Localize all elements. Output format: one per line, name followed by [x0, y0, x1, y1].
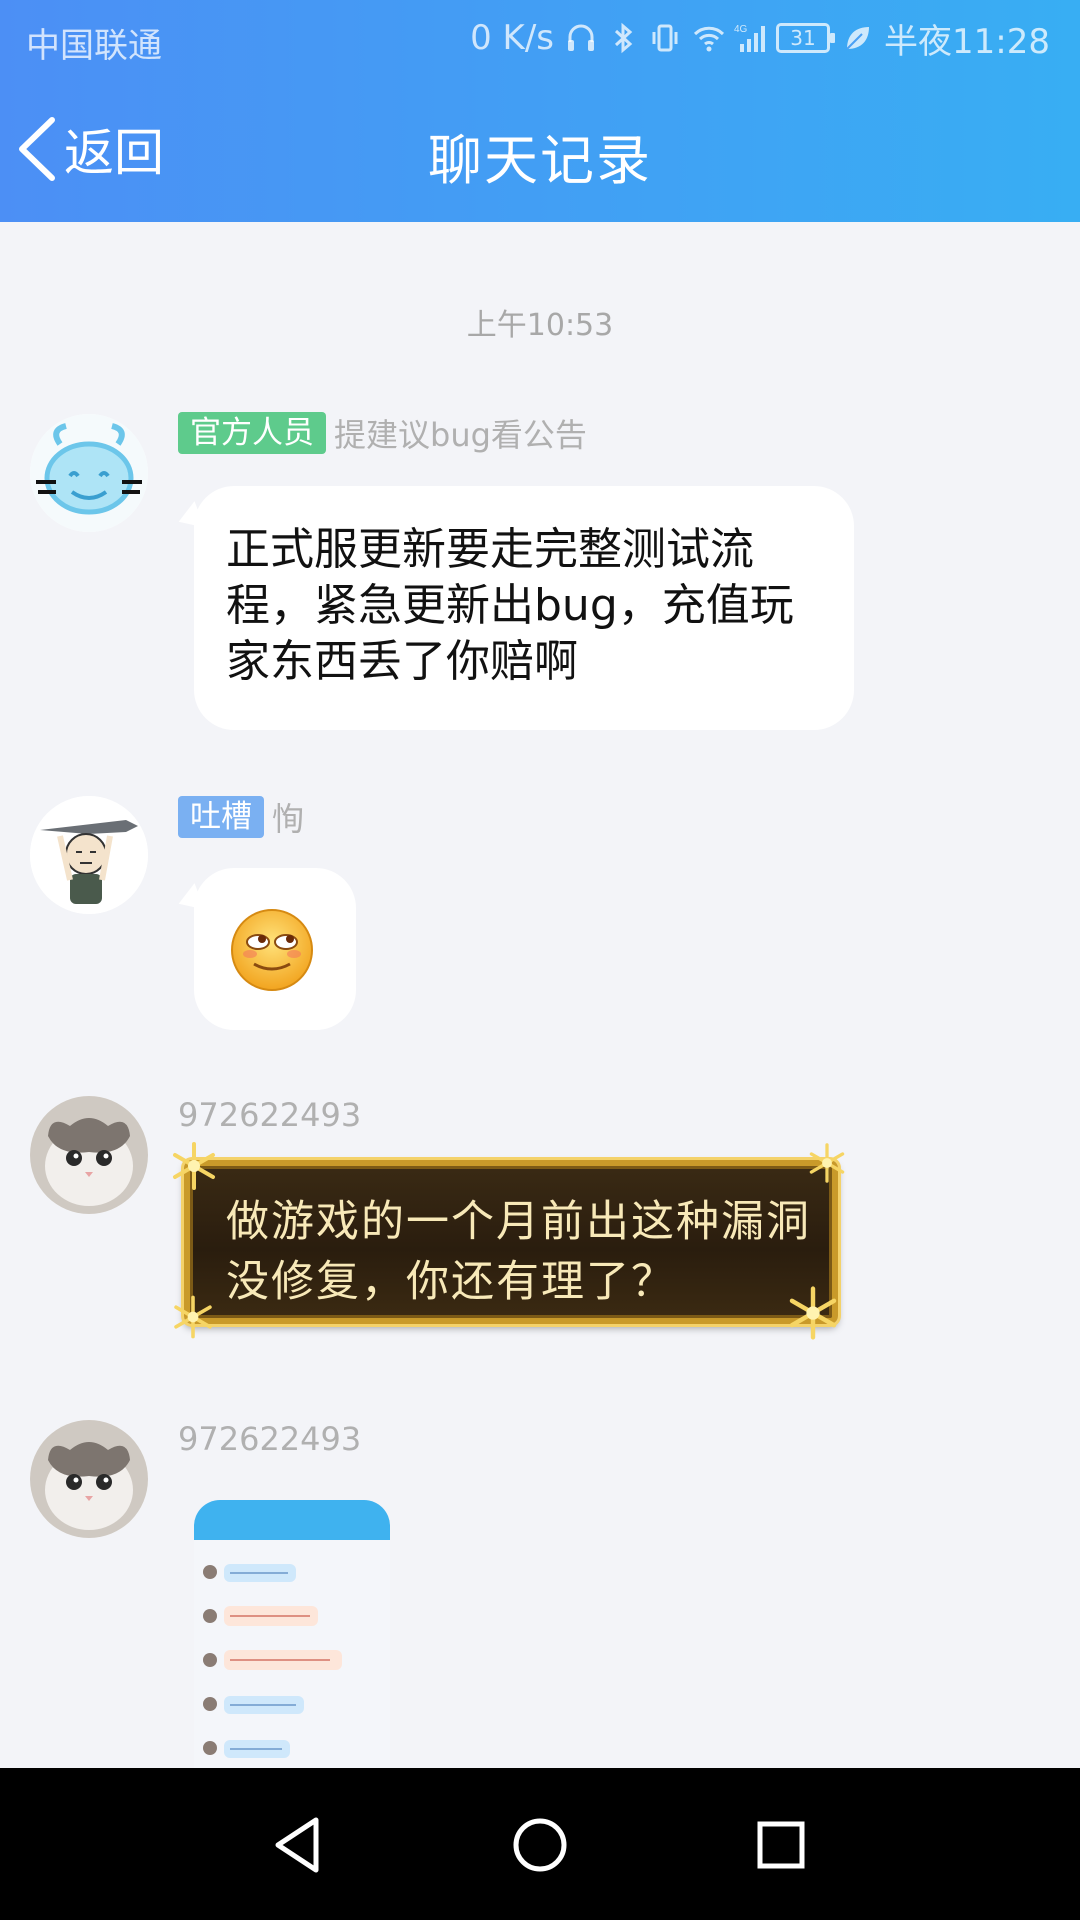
avatar[interactable]: [30, 796, 148, 914]
snowflake-icon: [789, 1286, 837, 1340]
vibrate-icon: [650, 22, 680, 54]
wifi-icon: [692, 22, 725, 54]
message-meta: 972622493: [178, 1094, 361, 1136]
chat-history[interactable]: 上午10:53 官方人员 提建议bug看公告 正式服更新要走完整测试流程，紧急更…: [0, 222, 1080, 1768]
network-speed: 0 K/s: [470, 18, 555, 58]
snowflake-icon: [809, 1143, 845, 1183]
sender-name: 972622493: [178, 1420, 362, 1458]
recents-square-icon[interactable]: [746, 1810, 816, 1880]
role-badge: 官方人员: [178, 412, 326, 454]
cartoon-man-avatar-icon: [30, 796, 148, 914]
crab-avatar-icon: [30, 414, 148, 532]
battery-icon: 31: [776, 23, 836, 53]
cat-avatar-icon: [30, 1420, 148, 1538]
chat-screenshot-thumbnail: [194, 1500, 390, 1768]
clock: 半夜11:28: [884, 21, 1050, 62]
message-timestamp: 上午10:53: [466, 308, 614, 343]
message-text: 做游戏的一个月前出这种漏洞没修复，你还有理了？: [226, 1197, 811, 1307]
message-meta: 吐槽 恂: [178, 796, 304, 838]
avatar[interactable]: [30, 414, 148, 532]
signal-icon: 4G: [734, 22, 766, 54]
message-bubble[interactable]: [194, 868, 356, 1030]
page-title: 聊天记录: [428, 129, 652, 192]
header: 中国联通 0 K/s 4G 31 半夜11:28 返回 聊天记录: [0, 0, 1080, 222]
bubble-frame: 做游戏的一个月前出这种漏洞没修复，你还有理了？: [184, 1160, 838, 1324]
sender-name: 提建议bug看公告: [334, 416, 587, 454]
role-badge: 吐槽: [178, 796, 264, 838]
message-text: 正式服更新要走完整测试流程，紧急更新出bug，充值玩家东西丢了你赔啊: [226, 524, 794, 687]
sender-name: 972622493: [178, 1096, 362, 1134]
status-icons: 0 K/s 4G 31 半夜11:28: [470, 14, 1050, 62]
themed-message-bubble[interactable]: 做游戏的一个月前出这种漏洞没修复，你还有理了？: [172, 1142, 852, 1342]
snowflake-icon: [174, 1295, 212, 1339]
smug-emoji-icon: [231, 909, 313, 991]
message-meta: 官方人员 提建议bug看公告: [178, 412, 587, 454]
network-type-label: 4G: [734, 24, 748, 35]
home-circle-icon[interactable]: [505, 1810, 575, 1880]
navigation-bar: [0, 1768, 1080, 1920]
snowflake-icon: [173, 1142, 215, 1190]
cat-avatar-icon: [30, 1096, 148, 1214]
image-message[interactable]: [194, 1500, 390, 1768]
avatar[interactable]: [30, 1096, 148, 1214]
title-bar: 返回 聊天记录: [0, 76, 1080, 222]
leaf-icon: [842, 22, 872, 54]
carrier-label: 中国联通: [26, 26, 162, 66]
message-bubble[interactable]: 正式服更新要走完整测试流程，紧急更新出bug，充值玩家东西丢了你赔啊: [194, 486, 854, 730]
avatar[interactable]: [30, 1420, 148, 1538]
message-meta: 972622493: [178, 1418, 361, 1460]
bluetooth-icon: [608, 22, 638, 54]
headphones-icon: [566, 22, 596, 54]
back-triangle-icon[interactable]: [264, 1810, 334, 1880]
sender-name: 恂: [272, 800, 305, 838]
status-bar: 中国联通 0 K/s 4G 31 半夜11:28: [0, 0, 1080, 76]
